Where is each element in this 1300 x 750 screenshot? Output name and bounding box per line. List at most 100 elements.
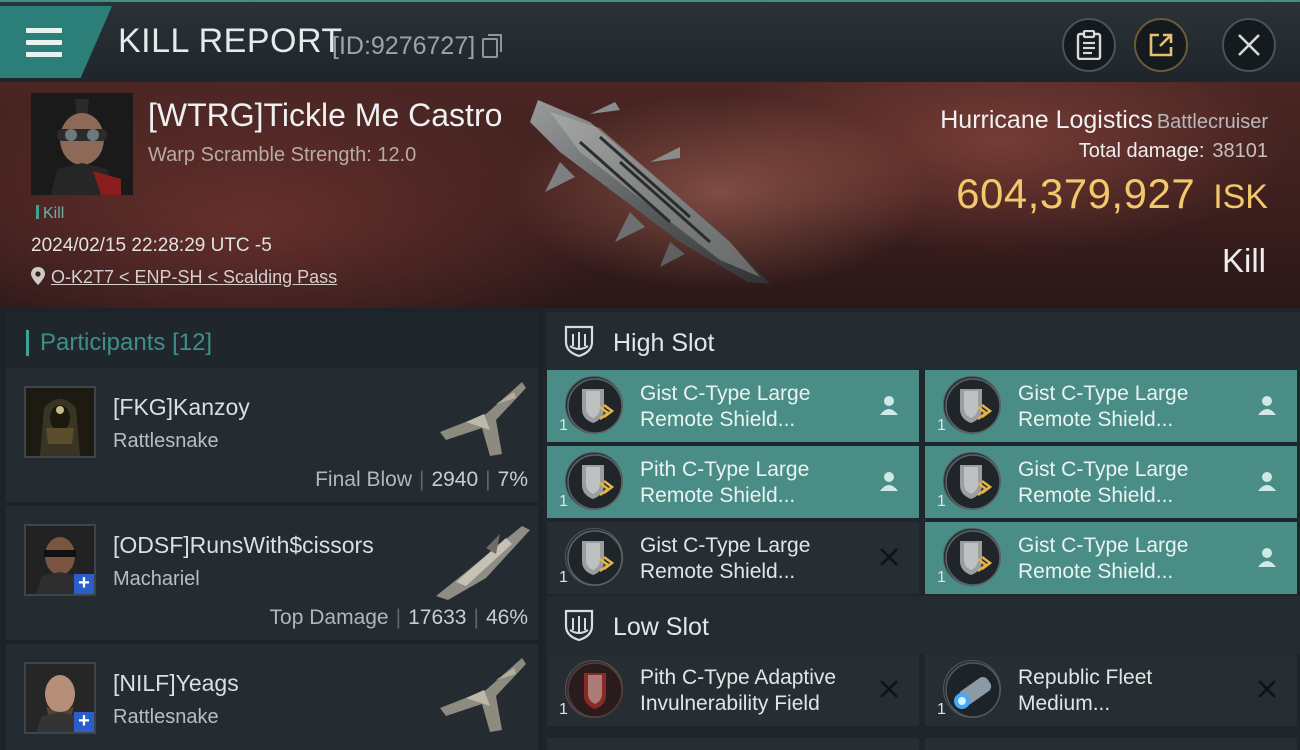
low-slot-label: Low Slot bbox=[613, 613, 709, 641]
fitting-panel: High Slot 1 Gist C-Type Large Remote Shiel… bbox=[545, 308, 1300, 750]
copy-icon[interactable] bbox=[482, 34, 502, 58]
module-name: Republic Fleet Medium... bbox=[1018, 665, 1248, 717]
module-name-line1: Gist C-Type Large bbox=[640, 534, 811, 557]
separator: | bbox=[418, 468, 425, 491]
module-quantity: 1 bbox=[937, 701, 946, 718]
participant-card[interactable]: + [ODSF]RunsWith$cissors Machariel Top D… bbox=[6, 506, 538, 640]
ship-class: Battlecruiser bbox=[1156, 111, 1268, 133]
participant-stats: Final Blow | 2940 | 7% bbox=[315, 468, 528, 492]
module-quantity: 1 bbox=[559, 701, 568, 718]
module-name: Gist C-Type Large Remote Shield... bbox=[1018, 457, 1248, 509]
participant-ship-image bbox=[440, 658, 526, 732]
module-name-line2: Remote Shield... bbox=[1018, 484, 1174, 507]
participant-percent: 46% bbox=[485, 606, 528, 629]
module-name-line2: Remote Shield... bbox=[1018, 560, 1174, 583]
destroyed-icon bbox=[877, 677, 901, 701]
module-card[interactable]: 1 Republic Fleet Medium... bbox=[925, 654, 1297, 726]
participant-ship: Rattlesnake bbox=[113, 430, 219, 452]
participant-name[interactable]: [ODSF]RunsWith$cissors bbox=[113, 532, 374, 559]
participant-card[interactable]: [FKG]Kanzoy Rattlesnake Final Blow | 2940 |… bbox=[6, 368, 538, 502]
participants-panel: Participants [12] [FKG]Kanzoy Rattlesnak… bbox=[0, 308, 545, 750]
module-card[interactable]: 1 Gist C-Type Large Remote Shield... bbox=[925, 370, 1297, 442]
module-name-line2: Remote Shield... bbox=[640, 408, 796, 431]
report-id: [ID:9276727] bbox=[332, 32, 476, 60]
invulnerability-field-icon bbox=[565, 660, 623, 718]
module-card[interactable]: 1 Pith C-Type Large Remote Shield... bbox=[547, 446, 919, 518]
menu-button[interactable] bbox=[0, 6, 112, 78]
participant-percent: 7% bbox=[497, 468, 528, 491]
warp-scramble-strength: Warp Scramble Strength: 12.0 bbox=[148, 144, 417, 166]
clipboard-icon bbox=[1076, 30, 1102, 60]
menu-icon bbox=[26, 28, 62, 33]
module-name-line2: Medium... bbox=[1018, 692, 1111, 715]
participant-avatar[interactable]: + bbox=[24, 662, 96, 734]
module-card-partial[interactable] bbox=[547, 738, 919, 750]
close-button[interactable] bbox=[1222, 18, 1276, 72]
participants-label-text: Participants bbox=[40, 329, 166, 356]
participant-avatar[interactable]: + bbox=[24, 524, 96, 596]
participant-damage: 17633 bbox=[408, 606, 467, 629]
high-slot-label: High Slot bbox=[613, 329, 715, 357]
kill-timestamp: 2024/02/15 22:28:29 UTC -5 bbox=[31, 235, 272, 256]
top-damage-tag: Top Damage bbox=[269, 606, 389, 629]
participants-count: [12] bbox=[172, 329, 213, 356]
high-slot-icon bbox=[564, 325, 594, 358]
separator: | bbox=[485, 468, 491, 491]
location-link[interactable]: O-K2T7 < ENP-SH < Scalding Pass bbox=[51, 267, 337, 287]
module-card[interactable]: 1 Gist C-Type Large Remote Shield... bbox=[925, 446, 1297, 518]
victim-pilot-name[interactable]: [WTRG]Tickle Me Castro bbox=[148, 97, 502, 134]
kill-result: Kill bbox=[1221, 242, 1266, 279]
module-name-line2: Remote Shield... bbox=[640, 484, 796, 507]
module-card[interactable]: 1 Gist C-Type Large Remote Shield... bbox=[547, 370, 919, 442]
module-name: Gist C-Type Large Remote Shield... bbox=[1018, 533, 1248, 585]
module-name-line1: Gist C-Type Large bbox=[1018, 534, 1189, 557]
victim-summary: [WTRG]Tickle Me Castro Warp Scramble Str… bbox=[0, 82, 1300, 308]
avatar-image bbox=[26, 388, 94, 456]
module-quantity: 1 bbox=[559, 417, 568, 434]
module-name-line1: Gist C-Type Large bbox=[640, 382, 811, 405]
kill-tag: Kill bbox=[36, 205, 64, 223]
participants-label: Participants [12] bbox=[40, 329, 212, 357]
shield-booster-icon bbox=[943, 660, 1001, 718]
participant-ship-image bbox=[436, 526, 530, 600]
participant-ship: Machariel bbox=[113, 568, 200, 590]
plus-badge: + bbox=[74, 711, 94, 732]
participant-name[interactable]: [NILF]Yeags bbox=[113, 670, 239, 697]
module-card[interactable]: 1 Gist C-Type Large Remote Shield... bbox=[547, 522, 919, 594]
clipboard-button[interactable] bbox=[1062, 18, 1116, 72]
page-title: KILL REPORT bbox=[118, 22, 343, 60]
remote-shield-icon bbox=[943, 376, 1001, 434]
module-name: Gist C-Type Large Remote Shield... bbox=[640, 533, 870, 585]
module-name: Gist C-Type Large Remote Shield... bbox=[1018, 381, 1248, 433]
low-slot-header: Low Slot bbox=[547, 596, 1300, 654]
kill-location[interactable]: O-K2T7 < ENP-SH < Scalding Pass bbox=[31, 267, 337, 288]
module-name-line1: Republic Fleet bbox=[1018, 666, 1153, 689]
participant-name[interactable]: [FKG]Kanzoy bbox=[113, 394, 250, 421]
dropped-person-icon bbox=[1255, 469, 1279, 493]
victim-ship-name[interactable]: Hurricane Logistics Battlecruiser bbox=[940, 106, 1268, 135]
share-icon bbox=[1149, 33, 1173, 57]
top-bar: KILL REPORT [ID:9276727] bbox=[0, 0, 1300, 82]
location-pin-icon bbox=[31, 267, 45, 285]
total-damage-value: 38101 bbox=[1212, 140, 1268, 162]
participant-avatar[interactable] bbox=[24, 386, 96, 458]
module-card[interactable]: 1 Pith C-Type Adaptive Invulnerability Fie… bbox=[547, 654, 919, 726]
participant-ship-image bbox=[440, 382, 526, 456]
share-button[interactable] bbox=[1134, 18, 1188, 72]
isk-amount: 604,379,927 bbox=[956, 170, 1196, 217]
participant-ship: Rattlesnake bbox=[113, 706, 219, 728]
victim-ship-image[interactable] bbox=[520, 92, 790, 292]
remote-shield-icon bbox=[565, 528, 623, 586]
dropped-person-icon bbox=[877, 469, 901, 493]
module-card-partial[interactable] bbox=[925, 738, 1297, 750]
dropped-person-icon bbox=[1255, 545, 1279, 569]
final-blow-tag: Final Blow bbox=[315, 468, 412, 491]
module-quantity: 1 bbox=[937, 417, 946, 434]
module-card[interactable]: 1 Gist C-Type Large Remote Shield... bbox=[925, 522, 1297, 594]
total-damage: Total damage: 38101 bbox=[1079, 140, 1268, 163]
participant-card[interactable]: + [NILF]Yeags Rattlesnake bbox=[6, 644, 538, 750]
plus-badge: + bbox=[74, 573, 94, 594]
victim-portrait[interactable] bbox=[31, 93, 133, 195]
isk-value: 604,379,927 ISK bbox=[956, 170, 1268, 218]
menu-icon-bar bbox=[26, 52, 62, 57]
